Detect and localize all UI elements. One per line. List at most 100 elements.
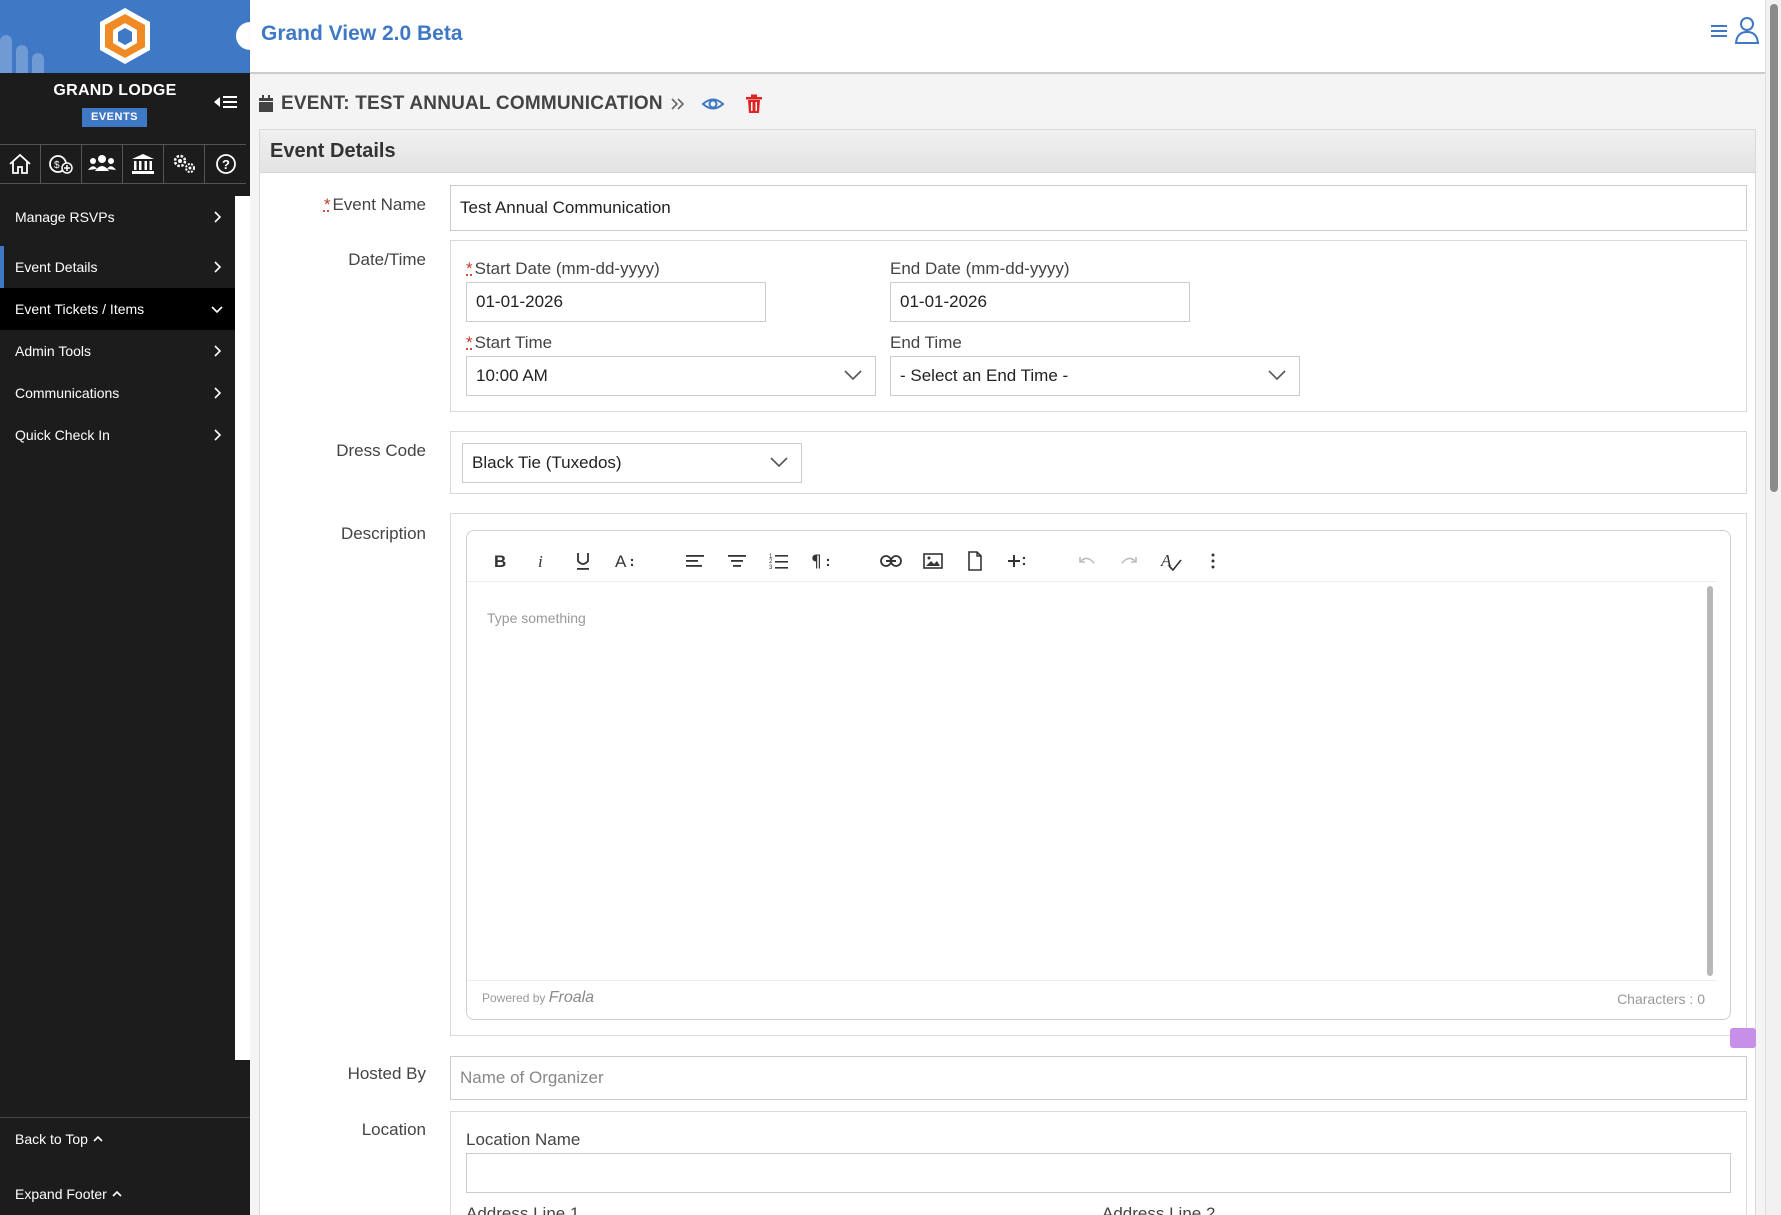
location-name-input[interactable] xyxy=(466,1153,1731,1193)
dress-code-label: Dress Code xyxy=(336,441,426,460)
double-chevron-right-icon[interactable] xyxy=(669,96,687,112)
required-mark: * xyxy=(323,195,331,214)
start-date-label-text: Start Date (mm-dd-yyyy) xyxy=(474,259,660,278)
chevron-down-icon xyxy=(1268,370,1286,381)
page-scrollbar-thumb[interactable] xyxy=(1770,4,1778,492)
chevron-right-icon xyxy=(214,211,222,223)
sidebar-item-admin-tools[interactable]: Admin Tools xyxy=(0,330,235,372)
powered-by[interactable]: Powered by Froala xyxy=(482,989,594,1007)
dress-code-select[interactable]: Black Tie (Tuxedos) xyxy=(462,443,802,483)
more-options-icon[interactable] xyxy=(1198,546,1228,576)
trash-icon[interactable] xyxy=(745,94,763,114)
logo-icon[interactable] xyxy=(97,6,153,66)
grand-lodge-icon[interactable]: $ xyxy=(41,145,82,183)
paragraph-format-icon[interactable]: ¶ xyxy=(806,546,836,576)
event-name-label-text: Event Name xyxy=(332,195,426,214)
end-time-select[interactable]: - Select an End Time - xyxy=(890,356,1300,396)
start-time-value: 10:00 AM xyxy=(476,366,548,385)
back-to-top-link[interactable]: Back to Top xyxy=(15,1131,104,1147)
start-time-label-text: Start Time xyxy=(474,333,553,352)
editor-content-area[interactable]: Type something xyxy=(467,581,1717,981)
sidebar-item-label: Event Details xyxy=(15,259,98,275)
app-root: GRAND LODGE EVENTS $ ? Manage RSVPs Even… xyxy=(0,0,1781,1215)
svg-text:$: $ xyxy=(54,160,60,171)
start-time-select[interactable]: 10:00 AM xyxy=(466,356,876,396)
chevron-up-icon xyxy=(112,1190,122,1197)
chevron-right-icon xyxy=(214,261,222,273)
end-date-input[interactable]: 01-01-2026 xyxy=(890,282,1190,322)
top-bar: Grand View 2.0 Beta xyxy=(250,0,1765,74)
expand-footer-label: Expand Footer xyxy=(15,1186,107,1202)
start-time-label: * Start Time xyxy=(466,333,552,353)
eye-icon[interactable] xyxy=(701,95,725,113)
clear-formatting-icon[interactable]: A xyxy=(1156,546,1186,576)
expand-footer-link[interactable]: Expand Footer xyxy=(15,1186,123,1202)
logo-area xyxy=(0,0,250,73)
bold-icon[interactable]: B xyxy=(484,546,514,576)
hosted-by-label: Hosted By xyxy=(347,1064,426,1083)
user-profile-icon[interactable] xyxy=(1734,15,1760,45)
underline-icon[interactable] xyxy=(568,546,598,576)
collapse-menu-icon xyxy=(214,96,237,108)
svg-text:B: B xyxy=(494,552,506,570)
page-scrollbar[interactable] xyxy=(1765,0,1781,1215)
sidebar-item-quick-check-in[interactable]: Quick Check In xyxy=(0,414,235,456)
org-badge: EVENTS xyxy=(82,108,147,127)
insert-link-icon[interactable] xyxy=(876,546,906,576)
chevron-down-icon xyxy=(770,457,788,468)
panel-title: Event Details xyxy=(260,130,1755,173)
chevron-right-icon xyxy=(214,387,222,399)
chat-widget-icon[interactable] xyxy=(1730,1028,1756,1048)
hosted-by-input[interactable]: Name of Organizer xyxy=(450,1056,1747,1100)
dress-code-group: Black Tie (Tuxedos) xyxy=(450,431,1747,494)
sidebar-item-manage-rsvps[interactable]: Manage RSVPs xyxy=(0,196,235,238)
sidebar-item-event-tickets[interactable]: Event Tickets / Items xyxy=(0,288,235,330)
svg-text:3: 3 xyxy=(769,565,773,570)
character-count: Characters : 0 xyxy=(1617,991,1705,1007)
start-date-label: * Start Date (mm-dd-yyyy) xyxy=(466,259,660,279)
help-icon[interactable]: ? xyxy=(205,145,246,183)
address-line-2-label: Address Line 2 xyxy=(1102,1204,1216,1215)
members-icon[interactable] xyxy=(82,145,123,183)
align-left-icon[interactable] xyxy=(680,546,710,576)
rich-text-editor: B i A 123 ¶ A Type something Powered by … xyxy=(466,530,1731,1020)
lodge-building-icon[interactable] xyxy=(123,145,164,183)
required-mark: * xyxy=(466,333,473,352)
redo-icon[interactable] xyxy=(1114,546,1144,576)
sidebar-item-label: Quick Check In xyxy=(15,427,110,443)
chevron-right-icon xyxy=(214,345,222,357)
sidebar-menu: Manage RSVPs Event Details Event Tickets… xyxy=(0,196,235,456)
italic-icon[interactable]: i xyxy=(526,546,556,576)
home-icon[interactable] xyxy=(0,145,41,183)
svg-text:¶: ¶ xyxy=(811,552,822,570)
app-title[interactable]: Grand View 2.0 Beta xyxy=(261,22,463,46)
org-name: GRAND LODGE xyxy=(53,82,177,99)
sidebar-item-event-details[interactable]: Event Details xyxy=(0,246,235,288)
sidebar-item-label: Manage RSVPs xyxy=(15,209,115,225)
page-title: EVENT: TEST ANNUAL COMMUNICATION xyxy=(281,93,663,114)
address-line-1-label: Address Line 1 xyxy=(466,1204,580,1215)
froala-brand: Froala xyxy=(548,989,595,1006)
settings-icon[interactable] xyxy=(164,145,205,183)
svg-text:?: ? xyxy=(222,157,230,172)
svg-text:i: i xyxy=(538,552,543,570)
sidebar-scroll-track xyxy=(235,196,250,1060)
ordered-list-icon[interactable]: 123 xyxy=(764,546,794,576)
insert-image-icon[interactable] xyxy=(918,546,948,576)
hamburger-menu-icon[interactable] xyxy=(1710,22,1728,40)
event-name-input[interactable]: Test Annual Communication xyxy=(450,185,1747,231)
editor-scrollbar[interactable] xyxy=(1707,586,1713,976)
description-group: B i A 123 ¶ A Type something Powered by … xyxy=(450,513,1747,1036)
more-insert-icon[interactable] xyxy=(1002,546,1032,576)
sidebar-item-communications[interactable]: Communications xyxy=(0,372,235,414)
chevron-down-icon xyxy=(211,306,223,314)
font-size-icon[interactable]: A xyxy=(610,546,640,576)
start-date-input[interactable]: 01-01-2026 xyxy=(466,282,766,322)
event-name-label: * Event Name xyxy=(256,195,426,215)
sidebar-collapse-button[interactable] xyxy=(214,92,242,112)
align-center-icon[interactable] xyxy=(722,546,752,576)
undo-icon[interactable] xyxy=(1072,546,1102,576)
insert-file-icon[interactable] xyxy=(960,546,990,576)
description-label: Description xyxy=(340,524,426,543)
back-to-top-label: Back to Top xyxy=(15,1131,88,1147)
